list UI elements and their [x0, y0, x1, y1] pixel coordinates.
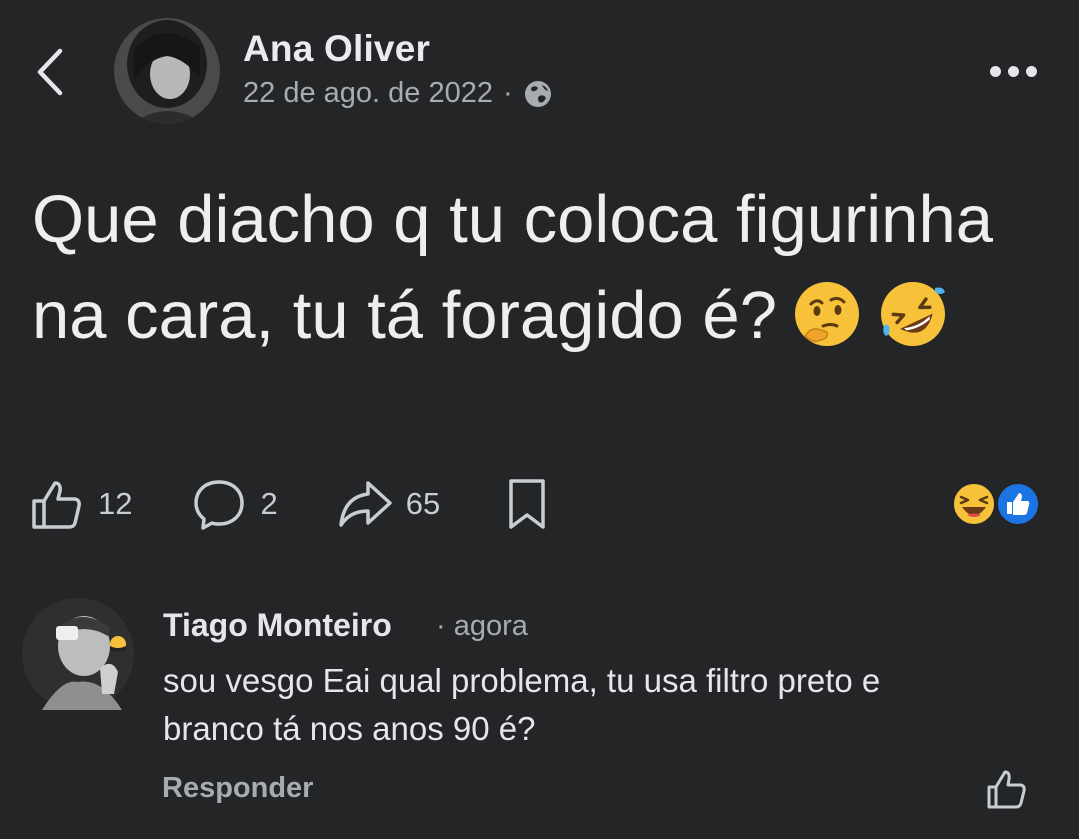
commenter-avatar[interactable] [22, 598, 134, 710]
share-arrow-icon [338, 481, 392, 527]
ellipsis-icon-dot [1025, 65, 1037, 77]
like-button[interactable]: 12 [30, 477, 132, 531]
haha-reaction-icon [952, 482, 996, 526]
commenter-photo [22, 598, 134, 710]
chevron-left-icon [37, 48, 63, 96]
rolling-laughing-icon [880, 282, 945, 346]
post-actions-bar: 12 2 65 [30, 474, 614, 534]
avatar-photo [114, 18, 220, 124]
thumbs-up-icon [32, 481, 81, 529]
post-date[interactable]: 22 de ago. de 2022 [243, 77, 493, 110]
meta-separator: · [502, 77, 513, 109]
post-text: Que diacho q tu coloca figurinha na cara… [32, 172, 1012, 364]
save-button[interactable] [500, 477, 554, 531]
like-reaction-icon [996, 482, 1040, 526]
comments-count: 2 [260, 486, 278, 521]
comment-button[interactable]: 2 [192, 477, 278, 531]
speech-bubble-icon [194, 480, 245, 530]
post-meta: 22 de ago. de 2022 · [243, 77, 553, 110]
likes-count: 12 [98, 486, 133, 521]
more-options-button[interactable] [987, 58, 1039, 84]
ellipsis-icon-dot [1007, 65, 1019, 77]
back-button[interactable] [28, 42, 72, 102]
ellipsis-icon [989, 65, 1001, 77]
share-button[interactable]: 65 [338, 477, 440, 531]
shares-count: 65 [405, 486, 441, 521]
globe-icon [524, 80, 551, 107]
author-name[interactable]: Ana Oliver [243, 28, 430, 70]
commenter-name[interactable]: Tiago Monteiro [163, 607, 392, 644]
comment-time: · agora [436, 610, 528, 642]
bookmark-icon [509, 479, 545, 529]
reactions-summary[interactable] [952, 482, 1042, 528]
thinking-face-icon [794, 282, 859, 346]
comment-text: sou vesgo Eai qual problema, tu usa filt… [163, 662, 881, 747]
comment-like-button[interactable] [986, 768, 1028, 810]
author-avatar[interactable] [114, 18, 220, 124]
post-screen: Ana Oliver 22 de ago. de 2022 · Que diac… [0, 0, 1079, 839]
reply-button[interactable]: Responder [162, 772, 313, 805]
